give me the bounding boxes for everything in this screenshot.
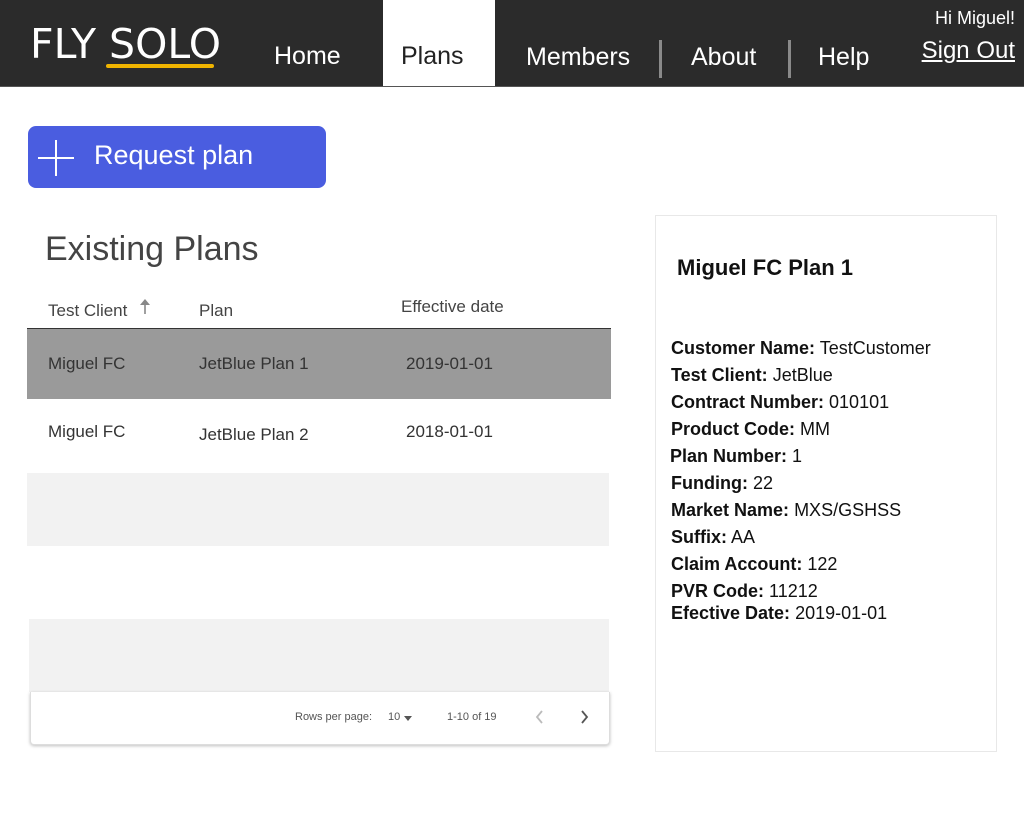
existing-plans-title: Existing Plans bbox=[45, 230, 259, 268]
table-row[interactable]: Miguel FC JetBlue Plan 2 2018-01-01 bbox=[27, 399, 611, 473]
sign-out-link[interactable]: Sign Out bbox=[922, 37, 1015, 65]
table-row-empty bbox=[27, 473, 609, 546]
nav-about[interactable]: About bbox=[691, 43, 756, 72]
rows-per-page-select[interactable]: 10 bbox=[388, 711, 400, 723]
plus-icon bbox=[38, 140, 74, 176]
sort-ascending-icon[interactable] bbox=[139, 298, 151, 316]
table-row-empty bbox=[29, 619, 609, 692]
app-logo[interactable]: FLY SOLO bbox=[30, 20, 221, 68]
chevron-right-icon[interactable] bbox=[577, 708, 591, 726]
request-plan-button[interactable]: Request plan bbox=[28, 126, 326, 188]
cell-effective-date: 2019-01-01 bbox=[406, 354, 493, 373]
request-plan-label: Request plan bbox=[94, 140, 254, 170]
cell-effective-date: 2018-01-01 bbox=[406, 422, 493, 441]
cell-client: Miguel FC bbox=[48, 354, 126, 373]
column-header-plan[interactable]: Plan bbox=[199, 301, 233, 321]
nav-members[interactable]: Members bbox=[526, 43, 630, 72]
top-nav-bar: FLY SOLO Home Plans Members About Help H… bbox=[0, 0, 1024, 87]
detail-customer-name: Customer Name: TestCustomer bbox=[671, 338, 931, 358]
table-pagination: Rows per page: 10 1-10 of 19 bbox=[30, 692, 610, 745]
detail-pvr-code: PVR Code: 11212 bbox=[671, 581, 818, 601]
table-row-empty bbox=[27, 546, 611, 619]
logo-underline bbox=[106, 64, 214, 68]
cell-plan: JetBlue Plan 2 bbox=[199, 425, 309, 444]
pagination-range: 1-10 of 19 bbox=[447, 711, 497, 723]
detail-funding: Funding: 22 bbox=[671, 473, 774, 493]
nav-help[interactable]: Help bbox=[818, 43, 869, 72]
nav-divider bbox=[788, 40, 791, 78]
detail-effective-date: Efective Date: 2019-01-01 bbox=[671, 603, 888, 623]
detail-market-name: Market Name: MXS/GSHSS bbox=[671, 500, 902, 520]
detail-plan-number: Plan Number: 1 bbox=[670, 446, 803, 466]
rows-per-page-label: Rows per page: bbox=[295, 711, 373, 723]
plan-detail-panel: Miguel FC Plan 1 Customer Name: TestCust… bbox=[655, 215, 997, 752]
column-header-test-client[interactable]: Test Client bbox=[48, 301, 127, 321]
cell-plan: JetBlue Plan 1 bbox=[199, 354, 309, 373]
nav-divider bbox=[659, 40, 662, 78]
user-greeting: Hi Miguel! bbox=[934, 8, 1015, 28]
caret-down-icon[interactable] bbox=[404, 716, 412, 721]
detail-claim-account: Claim Account: 122 bbox=[671, 554, 838, 574]
cell-client: Miguel FC bbox=[48, 422, 126, 441]
nav-home[interactable]: Home bbox=[274, 42, 341, 71]
plan-detail-fields: Customer Name: TestCustomer Test Client:… bbox=[670, 337, 991, 629]
detail-product-code: Product Code: MM bbox=[671, 419, 831, 439]
nav-plans[interactable]: Plans bbox=[401, 42, 464, 71]
detail-contract-number: Contract Number: 010101 bbox=[671, 392, 890, 412]
detail-suffix: Suffix: AA bbox=[671, 527, 756, 547]
chevron-left-icon[interactable] bbox=[533, 708, 547, 726]
table-row-selected[interactable]: Miguel FC JetBlue Plan 1 2019-01-01 bbox=[27, 329, 611, 399]
detail-test-client: Test Client: JetBlue bbox=[671, 365, 833, 385]
plan-detail-title: Miguel FC Plan 1 bbox=[677, 255, 854, 280]
column-header-effective-date[interactable]: Effective date bbox=[401, 297, 504, 317]
